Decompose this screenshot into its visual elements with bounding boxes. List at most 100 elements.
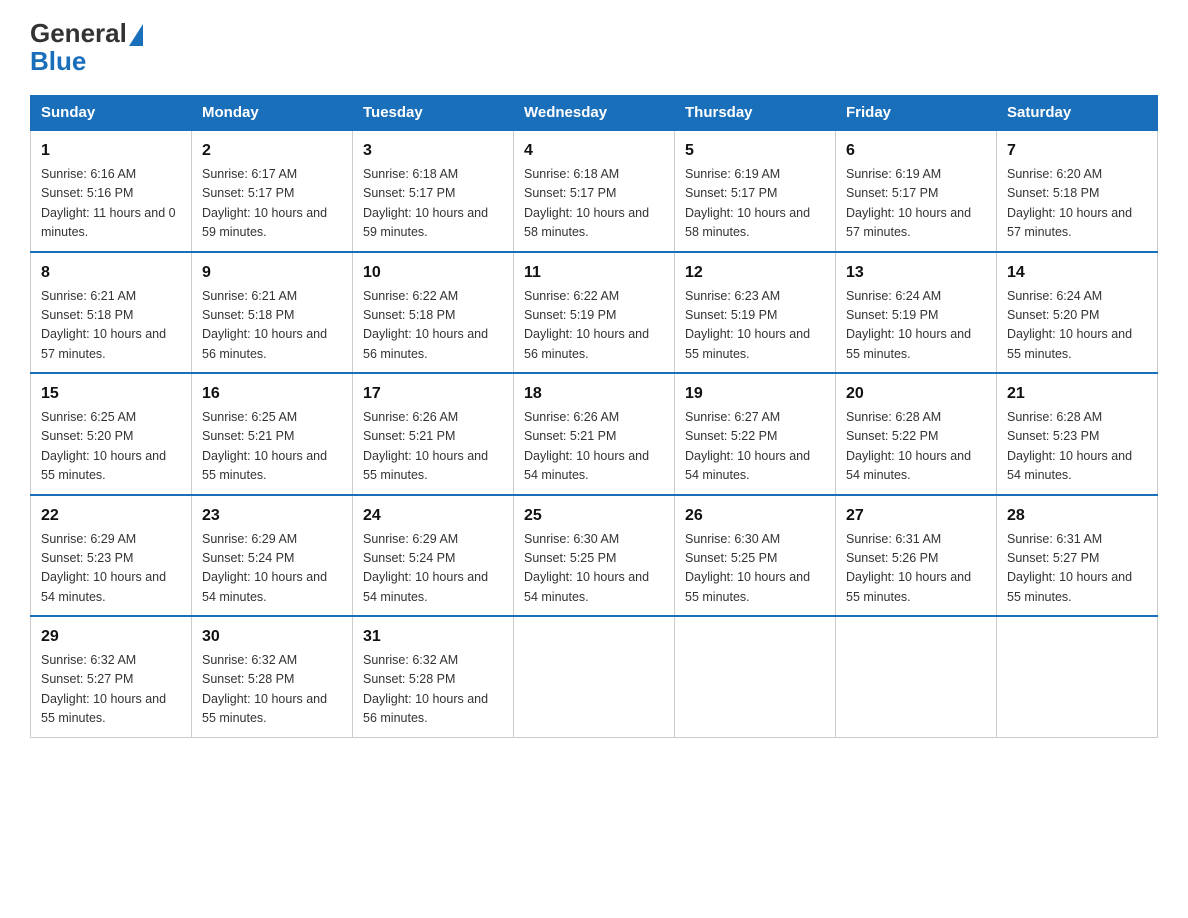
day-number: 17 — [363, 382, 503, 406]
day-number: 16 — [202, 382, 342, 406]
calendar-day-cell: 13Sunrise: 6:24 AMSunset: 5:19 PMDayligh… — [836, 252, 997, 374]
calendar-week-row: 22 Sunrise: 6:29 AMSunset: 5:23 PMDayligh… — [31, 495, 1158, 617]
day-number: 1 — [41, 139, 181, 163]
calendar-day-cell: 3 Sunrise: 6:18 AMSunset: 5:17 PMDaylight… — [353, 130, 514, 252]
day-info: Sunrise: 6:21 AMSunset: 5:18 PMDaylight:… — [41, 289, 166, 361]
calendar-empty-cell — [514, 616, 675, 737]
col-header-friday: Friday — [836, 96, 997, 131]
calendar-empty-cell — [836, 616, 997, 737]
day-info: Sunrise: 6:32 AMSunset: 5:28 PMDaylight:… — [202, 653, 327, 725]
calendar-empty-cell — [675, 616, 836, 737]
calendar-header-row: SundayMondayTuesdayWednesdayThursdayFrid… — [31, 96, 1158, 131]
day-number: 30 — [202, 625, 342, 649]
day-info: Sunrise: 6:28 AMSunset: 5:23 PMDaylight:… — [1007, 410, 1132, 482]
calendar-day-cell: 6Sunrise: 6:19 AMSunset: 5:17 PMDaylight… — [836, 130, 997, 252]
day-info: Sunrise: 6:16 AMSunset: 5:16 PMDaylight:… — [41, 167, 176, 239]
col-header-thursday: Thursday — [675, 96, 836, 131]
logo-blue-text: Blue — [30, 46, 86, 76]
calendar-day-cell: 17 Sunrise: 6:26 AMSunset: 5:21 PMDayligh… — [353, 373, 514, 495]
day-number: 21 — [1007, 382, 1147, 406]
calendar-day-cell: 27 Sunrise: 6:31 AMSunset: 5:26 PMDayligh… — [836, 495, 997, 617]
day-info: Sunrise: 6:28 AMSunset: 5:22 PMDaylight:… — [846, 410, 971, 482]
col-header-saturday: Saturday — [997, 96, 1158, 131]
day-number: 5 — [685, 139, 825, 163]
day-info: Sunrise: 6:20 AMSunset: 5:18 PMDaylight:… — [1007, 167, 1132, 239]
day-number: 25 — [524, 504, 664, 528]
day-number: 12 — [685, 261, 825, 285]
day-info: Sunrise: 6:25 AMSunset: 5:20 PMDaylight:… — [41, 410, 166, 482]
day-number: 23 — [202, 504, 342, 528]
day-number: 28 — [1007, 504, 1147, 528]
day-number: 8 — [41, 261, 181, 285]
day-info: Sunrise: 6:26 AMSunset: 5:21 PMDaylight:… — [524, 410, 649, 482]
day-info: Sunrise: 6:29 AMSunset: 5:24 PMDaylight:… — [202, 532, 327, 604]
day-number: 13 — [846, 261, 986, 285]
calendar-day-cell: 5 Sunrise: 6:19 AMSunset: 5:17 PMDaylight… — [675, 130, 836, 252]
day-number: 4 — [524, 139, 664, 163]
day-info: Sunrise: 6:29 AMSunset: 5:23 PMDaylight:… — [41, 532, 166, 604]
day-info: Sunrise: 6:22 AMSunset: 5:18 PMDaylight:… — [363, 289, 488, 361]
day-info: Sunrise: 6:30 AMSunset: 5:25 PMDaylight:… — [524, 532, 649, 604]
day-number: 11 — [524, 261, 664, 285]
day-info: Sunrise: 6:32 AMSunset: 5:27 PMDaylight:… — [41, 653, 166, 725]
day-info: Sunrise: 6:18 AMSunset: 5:17 PMDaylight:… — [524, 167, 649, 239]
calendar-day-cell: 26Sunrise: 6:30 AMSunset: 5:25 PMDayligh… — [675, 495, 836, 617]
day-number: 18 — [524, 382, 664, 406]
day-info: Sunrise: 6:23 AMSunset: 5:19 PMDaylight:… — [685, 289, 810, 361]
day-number: 10 — [363, 261, 503, 285]
calendar-day-cell: 14 Sunrise: 6:24 AMSunset: 5:20 PMDayligh… — [997, 252, 1158, 374]
day-info: Sunrise: 6:32 AMSunset: 5:28 PMDaylight:… — [363, 653, 488, 725]
calendar-day-cell: 25 Sunrise: 6:30 AMSunset: 5:25 PMDayligh… — [514, 495, 675, 617]
calendar-week-row: 1 Sunrise: 6:16 AMSunset: 5:16 PMDaylight… — [31, 130, 1158, 252]
calendar-day-cell: 11Sunrise: 6:22 AMSunset: 5:19 PMDayligh… — [514, 252, 675, 374]
calendar-day-cell: 28Sunrise: 6:31 AMSunset: 5:27 PMDayligh… — [997, 495, 1158, 617]
calendar-week-row: 29Sunrise: 6:32 AMSunset: 5:27 PMDayligh… — [31, 616, 1158, 737]
day-number: 27 — [846, 504, 986, 528]
calendar-day-cell: 21 Sunrise: 6:28 AMSunset: 5:23 PMDayligh… — [997, 373, 1158, 495]
day-number: 9 — [202, 261, 342, 285]
day-number: 22 — [41, 504, 181, 528]
calendar-day-cell: 24 Sunrise: 6:29 AMSunset: 5:24 PMDayligh… — [353, 495, 514, 617]
day-number: 15 — [41, 382, 181, 406]
day-number: 20 — [846, 382, 986, 406]
logo-triangle-icon — [129, 24, 143, 46]
day-number: 24 — [363, 504, 503, 528]
calendar-day-cell: 18 Sunrise: 6:26 AMSunset: 5:21 PMDayligh… — [514, 373, 675, 495]
calendar-day-cell: 19 Sunrise: 6:27 AMSunset: 5:22 PMDayligh… — [675, 373, 836, 495]
day-number: 14 — [1007, 261, 1147, 285]
day-info: Sunrise: 6:31 AMSunset: 5:26 PMDaylight:… — [846, 532, 971, 604]
calendar-day-cell: 10 Sunrise: 6:22 AMSunset: 5:18 PMDayligh… — [353, 252, 514, 374]
page-header: General Blue — [30, 20, 1158, 77]
calendar-day-cell: 16Sunrise: 6:25 AMSunset: 5:21 PMDayligh… — [192, 373, 353, 495]
day-number: 2 — [202, 139, 342, 163]
calendar-week-row: 15 Sunrise: 6:25 AMSunset: 5:20 PMDayligh… — [31, 373, 1158, 495]
calendar-day-cell: 15 Sunrise: 6:25 AMSunset: 5:20 PMDayligh… — [31, 373, 192, 495]
calendar-table: SundayMondayTuesdayWednesdayThursdayFrid… — [30, 95, 1158, 738]
day-info: Sunrise: 6:17 AMSunset: 5:17 PMDaylight:… — [202, 167, 327, 239]
day-info: Sunrise: 6:27 AMSunset: 5:22 PMDaylight:… — [685, 410, 810, 482]
calendar-week-row: 8 Sunrise: 6:21 AMSunset: 5:18 PMDaylight… — [31, 252, 1158, 374]
calendar-day-cell: 31Sunrise: 6:32 AMSunset: 5:28 PMDayligh… — [353, 616, 514, 737]
calendar-day-cell: 8 Sunrise: 6:21 AMSunset: 5:18 PMDaylight… — [31, 252, 192, 374]
day-info: Sunrise: 6:19 AMSunset: 5:17 PMDaylight:… — [685, 167, 810, 239]
logo: General Blue — [30, 20, 145, 77]
day-info: Sunrise: 6:29 AMSunset: 5:24 PMDaylight:… — [363, 532, 488, 604]
day-info: Sunrise: 6:30 AMSunset: 5:25 PMDaylight:… — [685, 532, 810, 604]
day-number: 3 — [363, 139, 503, 163]
calendar-day-cell: 29Sunrise: 6:32 AMSunset: 5:27 PMDayligh… — [31, 616, 192, 737]
logo-general-text: General — [30, 20, 127, 46]
day-info: Sunrise: 6:26 AMSunset: 5:21 PMDaylight:… — [363, 410, 488, 482]
calendar-day-cell: 22 Sunrise: 6:29 AMSunset: 5:23 PMDayligh… — [31, 495, 192, 617]
calendar-empty-cell — [997, 616, 1158, 737]
day-number: 6 — [846, 139, 986, 163]
day-info: Sunrise: 6:24 AMSunset: 5:20 PMDaylight:… — [1007, 289, 1132, 361]
day-number: 19 — [685, 382, 825, 406]
day-number: 7 — [1007, 139, 1147, 163]
col-header-wednesday: Wednesday — [514, 96, 675, 131]
calendar-day-cell: 7 Sunrise: 6:20 AMSunset: 5:18 PMDaylight… — [997, 130, 1158, 252]
col-header-monday: Monday — [192, 96, 353, 131]
calendar-day-cell: 30 Sunrise: 6:32 AMSunset: 5:28 PMDayligh… — [192, 616, 353, 737]
calendar-day-cell: 23 Sunrise: 6:29 AMSunset: 5:24 PMDayligh… — [192, 495, 353, 617]
col-header-tuesday: Tuesday — [353, 96, 514, 131]
day-info: Sunrise: 6:18 AMSunset: 5:17 PMDaylight:… — [363, 167, 488, 239]
